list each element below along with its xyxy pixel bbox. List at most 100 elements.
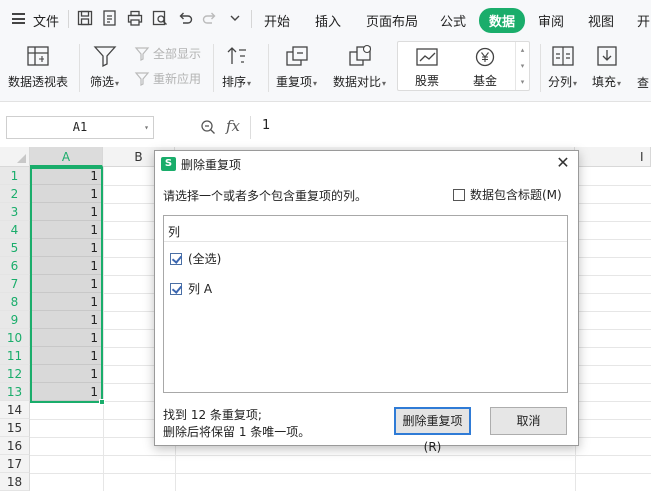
export-pdf-icon[interactable] — [101, 9, 119, 27]
tab-review[interactable]: 审阅 — [538, 11, 564, 30]
remaining-count-text: 删除后将保留 1 条唯一项。 — [163, 425, 311, 439]
chevron-down-icon[interactable]: ▾ — [144, 117, 149, 138]
fill-handle[interactable] — [99, 399, 105, 405]
close-icon[interactable]: ✕ — [554, 154, 572, 172]
row-header[interactable]: 13 — [0, 383, 30, 401]
divider — [79, 44, 80, 92]
gallery-scroll[interactable]: ▴ ▾ ▾ — [515, 42, 529, 90]
divider — [540, 44, 541, 92]
show-all-label: 全部显示 — [153, 47, 202, 61]
compare-icon — [348, 44, 371, 66]
zoom-icon[interactable] — [200, 119, 216, 135]
dialog-titlebar[interactable]: S 删除重复项 ✕ — [155, 151, 578, 176]
checkbox-icon[interactable] — [453, 188, 465, 201]
select-all-corner[interactable] — [0, 147, 30, 167]
wps-logo-icon: S — [161, 157, 176, 171]
row-header[interactable]: 11 — [0, 347, 30, 365]
save-icon[interactable] — [76, 9, 94, 27]
menu-bar: 文件 开始 插入 页面布局 公式 数据 审阅 视图 开 — [0, 0, 651, 38]
compare-button[interactable]: 数据对比▾ — [333, 44, 386, 90]
chevron-down-icon[interactable] — [226, 9, 244, 27]
dialog-title: 删除重复项 — [181, 158, 242, 172]
pivot-table-button[interactable]: 数据透视表 — [8, 44, 68, 90]
show-all-button[interactable]: 全部显示 — [134, 45, 201, 62]
stock-chart-icon — [416, 48, 438, 66]
tab-data[interactable]: 数据 — [479, 8, 526, 33]
column-list-header: 列 — [168, 225, 181, 239]
found-count-text: 找到 12 条重复项; — [163, 408, 262, 422]
print-preview-icon[interactable] — [151, 9, 169, 27]
sort-label: 排序 — [222, 75, 247, 89]
menu-icon[interactable] — [12, 13, 25, 24]
compare-label: 数据对比 — [333, 75, 382, 89]
tab-page-layout[interactable]: 页面布局 — [366, 11, 418, 30]
select-all-checkbox[interactable]: (全选) — [170, 250, 221, 267]
row-header[interactable]: 12 — [0, 365, 30, 383]
tab-home[interactable]: 开始 — [264, 11, 290, 30]
name-box-value: A1 — [72, 120, 88, 134]
row-header[interactable]: 9 — [0, 311, 30, 329]
row-header[interactable]: 14 — [0, 401, 30, 419]
fund-button[interactable]: 基金 — [472, 47, 498, 89]
row-header[interactable]: 10 — [0, 329, 30, 347]
row-header[interactable]: 5 — [0, 239, 30, 257]
stock-fund-gallery: 股票 基金 ▴ ▾ ▾ — [397, 41, 530, 91]
row-header[interactable]: 6 — [0, 257, 30, 275]
tab-view[interactable]: 视图 — [588, 11, 614, 30]
checkbox-icon[interactable] — [170, 252, 182, 265]
formula-bar: A1 ▾ fx 1 — [0, 102, 651, 147]
divider — [268, 44, 269, 92]
reapply-button[interactable]: 重新应用 — [134, 70, 201, 87]
row-header[interactable]: 17 — [0, 455, 30, 473]
selection-border — [30, 167, 103, 403]
header-checkbox[interactable]: 数据包含标题(M) — [453, 186, 562, 203]
sort-icon — [227, 47, 246, 64]
filter-label: 筛选 — [90, 75, 115, 89]
row-header[interactable]: 4 — [0, 221, 30, 239]
fx-icon[interactable]: fx — [226, 117, 240, 135]
duplicates-button[interactable]: 重复项▾ — [276, 44, 317, 90]
row-header[interactable]: 2 — [0, 185, 30, 203]
tab-more[interactable]: 开 — [637, 11, 650, 30]
column-header-a[interactable]: A — [30, 147, 103, 167]
find-label: 查 — [637, 76, 650, 90]
divider — [251, 10, 252, 28]
row-header[interactable]: 15 — [0, 419, 30, 437]
row-header[interactable]: 16 — [0, 437, 30, 455]
stock-button[interactable]: 股票 — [414, 47, 440, 89]
file-menu[interactable]: 文件 — [33, 11, 59, 30]
duplicates-icon — [285, 46, 308, 66]
row-header[interactable]: 7 — [0, 275, 30, 293]
row-gridline — [30, 455, 651, 456]
tab-insert[interactable]: 插入 — [315, 11, 341, 30]
remove-duplicates-button[interactable]: 删除重复项(R) — [394, 407, 471, 454]
fill-button[interactable]: 填充▾ — [592, 44, 621, 90]
fill-label: 填充 — [592, 75, 617, 89]
row-header[interactable]: 18 — [0, 473, 30, 491]
row-header[interactable]: 3 — [0, 203, 30, 221]
redo-icon[interactable] — [201, 9, 219, 27]
list-item-label: 列 A — [188, 282, 213, 296]
column-a-checkbox[interactable]: 列 A — [170, 280, 212, 297]
find-button[interactable]: 查 — [637, 74, 649, 91]
column-header-i[interactable]: I — [575, 147, 651, 167]
split-column-button[interactable]: 分列▾ — [548, 44, 577, 90]
formula-input[interactable]: 1 — [262, 118, 270, 133]
dialog-prompt: 请选择一个或者多个包含重复项的列。 — [163, 189, 368, 203]
undo-icon[interactable] — [176, 9, 194, 27]
column-gridline — [103, 167, 104, 491]
sort-button[interactable]: 排序▾ — [222, 44, 251, 90]
duplicates-label: 重复项 — [276, 75, 313, 89]
print-icon[interactable] — [126, 9, 144, 27]
filter-button[interactable]: 筛选▾ — [90, 44, 119, 90]
divider — [164, 241, 567, 242]
duplicate-summary: 找到 12 条重复项; 删除后将保留 1 条唯一项。 — [163, 407, 310, 441]
cancel-button[interactable]: 取消 — [490, 407, 567, 435]
fill-down-icon — [596, 46, 617, 66]
divider — [213, 44, 214, 92]
checkbox-icon[interactable] — [170, 282, 182, 295]
row-header[interactable]: 1 — [0, 167, 30, 185]
row-header[interactable]: 8 — [0, 293, 30, 311]
tab-formulas[interactable]: 公式 — [440, 11, 466, 30]
name-box[interactable]: A1 ▾ — [6, 116, 154, 139]
